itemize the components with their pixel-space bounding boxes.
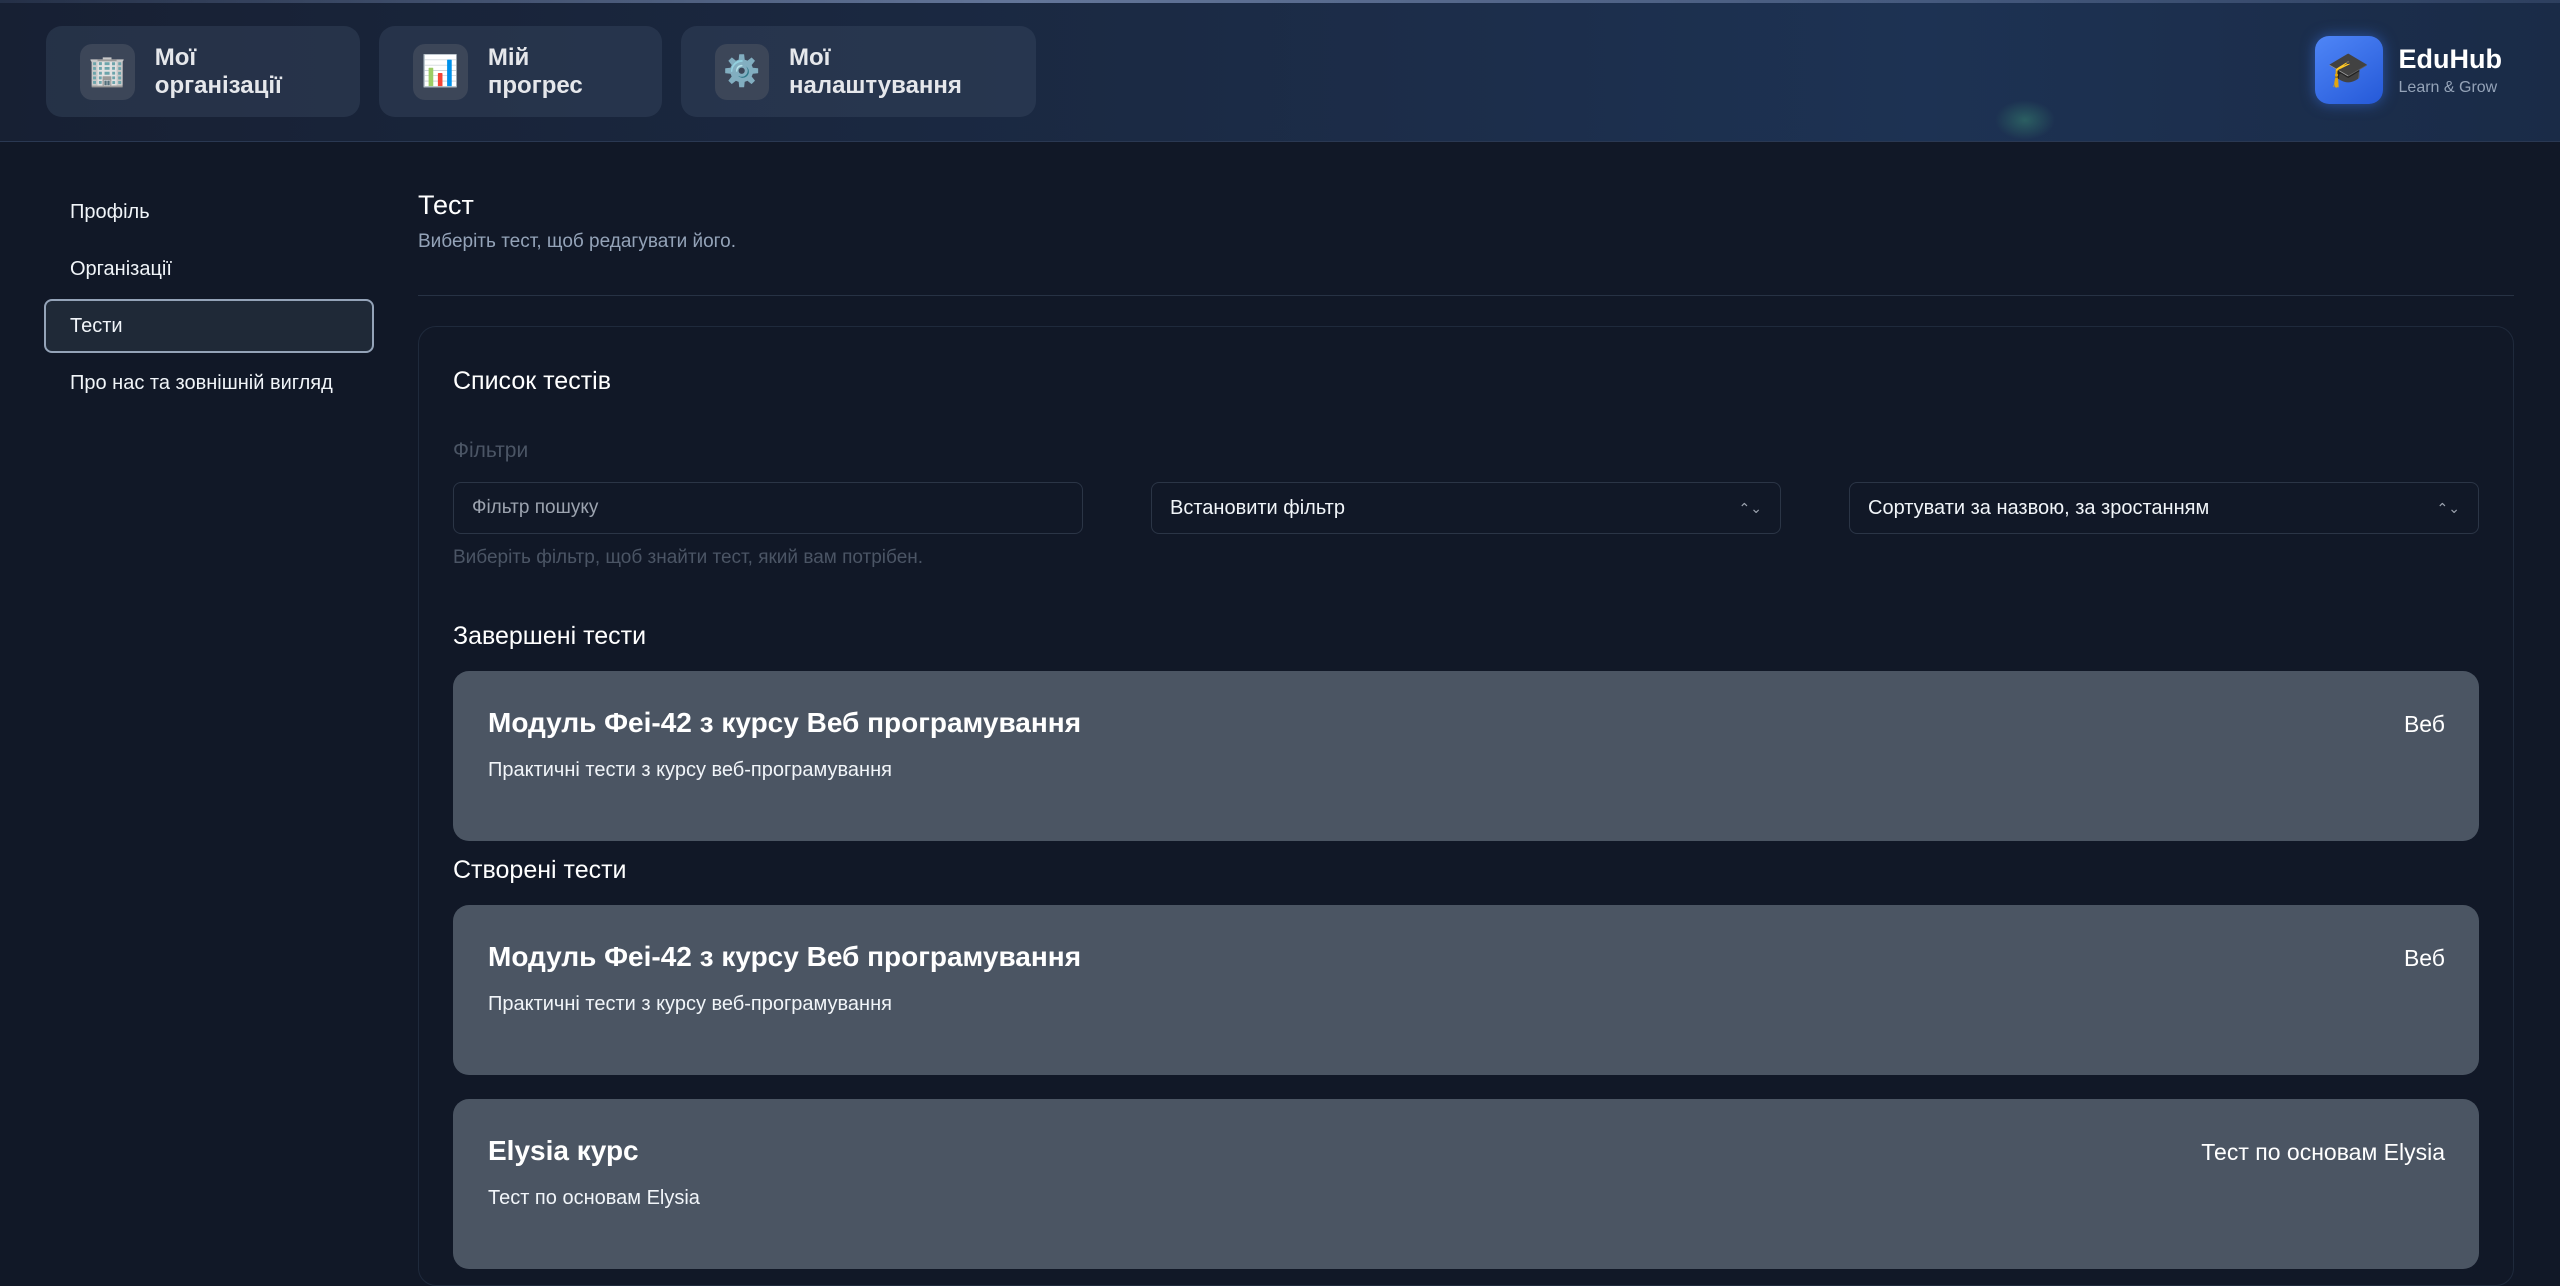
divider — [418, 295, 2514, 296]
main-header: Тест Виберіть тест, щоб редагувати його. — [418, 190, 2514, 296]
test-description: Практичні тести з курсу веб-програмуванн… — [488, 993, 892, 1015]
search-filter-input[interactable] — [453, 482, 1083, 534]
gear-icon: ⚙️ — [715, 43, 769, 100]
decorative-glow — [1995, 100, 2055, 140]
tests-list-title: Список тестів — [453, 367, 611, 395]
test-description: Тест по основам Elysia — [488, 1187, 700, 1209]
graduation-cap-icon: 🎓 — [2314, 36, 2383, 104]
brand-logo-link[interactable]: 🎓 EduHub Learn & Grow — [2314, 36, 2502, 104]
bar-chart-icon: 📊 — [413, 43, 468, 100]
sidebar-item-tests[interactable]: Тести — [44, 299, 374, 353]
test-card[interactable]: Модуль Феі-42 з курсу Веб програмування … — [453, 671, 2479, 841]
sidebar-item-about-appearance[interactable]: Про нас та зовнішній вигляд — [44, 356, 374, 410]
sidebar-item-organizations[interactable]: Організації — [44, 242, 374, 296]
filters-label: Фільтри — [453, 439, 529, 462]
filter-select[interactable]: Встановити фільтр ⌃⌄ — [1151, 482, 1781, 534]
nav-my-organizations-button[interactable]: 🏢 Мої організації — [46, 26, 360, 117]
test-name: Модуль Феі-42 з курсу Веб програмування — [488, 941, 1082, 972]
test-name: Модуль Феі-42 з курсу Веб програмування — [488, 707, 1082, 738]
brand-tagline: Learn & Grow — [2398, 79, 2498, 97]
building-icon: 🏢 — [80, 43, 135, 100]
top-navigation-bar: 🏢 Мої організації 📊 Мій прогрес ⚙️ Мої н… — [0, 0, 2560, 142]
nav-my-organizations-label: Мої організації — [154, 43, 282, 99]
test-category: Веб — [2403, 945, 2445, 971]
settings-sidebar: Профіль Організації Тести Про нас та зов… — [44, 185, 374, 413]
chevron-up-down-icon: ⌃⌄ — [1738, 499, 1762, 516]
chevron-up-down-icon: ⌃⌄ — [2436, 499, 2460, 516]
sidebar-item-profile[interactable]: Профіль — [44, 185, 374, 239]
completed-tests-heading: Завершені тести — [453, 622, 647, 650]
test-description: Практичні тести з курсу веб-програмуванн… — [488, 759, 892, 781]
sort-select-value: Сортувати за назвою, за зростанням — [1868, 496, 2210, 519]
test-category: Веб — [2403, 711, 2445, 737]
page-subtitle: Виберіть тест, щоб редагувати його. — [418, 231, 737, 252]
filters-hint: Виберіть фільтр, щоб знайти тест, який в… — [453, 547, 924, 568]
nav-my-settings-label: Мої налаштування — [788, 43, 962, 99]
test-category: Тест по основам Elysia — [2201, 1139, 2445, 1165]
nav-my-progress-button[interactable]: 📊 Мій прогрес — [379, 26, 662, 117]
brand-name: EduHub — [2398, 43, 2502, 74]
filter-select-value: Встановити фільтр — [1170, 496, 1345, 519]
page-title: Тест — [418, 190, 474, 220]
nav-my-settings-button[interactable]: ⚙️ Мої налаштування — [681, 26, 1036, 117]
nav-my-progress-label: Мій прогрес — [487, 43, 583, 99]
test-name: Elysia курс — [488, 1135, 639, 1166]
created-tests-heading: Створені тести — [453, 856, 627, 884]
sort-select[interactable]: Сортувати за назвою, за зростанням ⌃⌄ — [1849, 482, 2479, 534]
tests-list-card: Список тестів Фільтри Встановити фільтр … — [418, 326, 2514, 1286]
test-card[interactable]: Elysia курс Тест по основам Elysia Тест … — [453, 1099, 2479, 1269]
test-card[interactable]: Модуль Феі-42 з курсу Веб програмування … — [453, 905, 2479, 1075]
